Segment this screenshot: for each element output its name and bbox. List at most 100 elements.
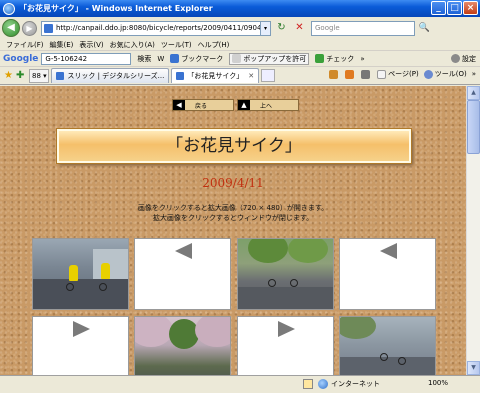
bookmark-icon <box>170 54 180 63</box>
page-menu-label: ページ(P) <box>388 70 419 78</box>
menu-help[interactable]: ヘルプ(H) <box>198 40 230 50</box>
url-history-dropdown[interactable]: ▾ <box>261 20 271 36</box>
back-arrow-icon: ◀ <box>173 100 185 110</box>
google-search-button[interactable]: 検索 <box>137 54 151 64</box>
left-arrow-icon <box>175 243 192 259</box>
right-arrow-icon <box>278 321 295 337</box>
page-date: 2009/4/11 <box>202 176 264 190</box>
photo-thumbnail-2[interactable] <box>237 238 334 310</box>
photo-thumbnail-3[interactable] <box>134 316 231 375</box>
page-title: 「お花見サイク」 <box>57 129 411 163</box>
back-button[interactable]: ◀ <box>2 19 20 37</box>
zoom-level[interactable]: 100% <box>428 379 448 387</box>
zone-label: インターネット <box>331 380 380 388</box>
scroll-up-icon[interactable]: ▲ <box>467 86 480 100</box>
more-chevron-icon[interactable]: » <box>360 55 364 63</box>
status-bar: インターネット 100% <box>0 375 480 393</box>
url-input[interactable]: http://canpail.ddo.jp:8080/bicycle/repor… <box>41 20 261 36</box>
print-button[interactable] <box>361 69 372 79</box>
search-go-icon[interactable]: 🔍 <box>417 21 432 36</box>
quick-tabs-button[interactable]: 88 ▾ <box>29 68 50 83</box>
menu-bar: ファイル(F) 編集(E) 表示(V) お気に入り(A) ツール(T) ヘルプ(… <box>0 39 480 51</box>
tools-menu-label: ツール(O) <box>434 70 467 78</box>
tools-gear-icon <box>423 69 433 79</box>
home-button[interactable] <box>329 69 340 79</box>
photo-thumbnail-1[interactable] <box>32 238 129 310</box>
add-favorite-icon[interactable]: ✚ <box>16 70 24 81</box>
right-arrow-thumbnail[interactable] <box>32 316 129 375</box>
popup-icon <box>232 54 242 63</box>
menu-edit[interactable]: 編集(E) <box>50 40 74 50</box>
up-link-label: 上へ <box>260 102 273 110</box>
tab-favicon-icon <box>176 72 185 80</box>
popup-allow-label: ポップアップを許可 <box>243 54 307 63</box>
check-icon <box>315 54 325 63</box>
right-arrow-thumbnail-2[interactable] <box>237 316 334 375</box>
left-arrow-thumbnail[interactable] <box>134 238 231 310</box>
photo-thumbnail-4[interactable] <box>339 316 436 375</box>
settings-label: 設定 <box>462 54 476 63</box>
google-logo: Google <box>3 53 39 64</box>
printer-icon <box>361 69 371 79</box>
command-bar: ページ(P) ツール(O) » <box>324 69 476 79</box>
window-title: 「お花見サイク」 - Windows Internet Explorer <box>19 4 213 13</box>
refresh-button[interactable]: ↻ <box>274 21 289 36</box>
tab-bar: ★ ✚ 88 ▾ スリック | デジタルシリーズ... 「お花見サイク」 ✕ ペ… <box>0 67 480 85</box>
maximize-button[interactable]: □ <box>447 1 462 15</box>
page-content: ◀ 戻る ▲ 上へ 「お花見サイク」 2009/4/11 画像をクリックすると拡… <box>0 86 466 375</box>
globe-icon <box>318 379 328 389</box>
stop-button[interactable]: ✕ <box>292 21 307 36</box>
popup-allow-button[interactable]: ポップアップを許可 <box>229 52 310 65</box>
instruction-line-1: 画像をクリックすると拡大画像（720 × 480）が開きます。 <box>137 204 329 212</box>
rss-button[interactable] <box>345 69 356 79</box>
search-input[interactable]: Google <box>311 20 415 36</box>
up-link[interactable]: ▲ 上へ <box>237 99 299 111</box>
spellcheck-label: チェック <box>326 54 355 63</box>
vertical-scrollbar[interactable]: ▲ ▼ <box>466 86 480 375</box>
google-search-label: 検索 <box>137 54 152 63</box>
scroll-thumb[interactable] <box>467 100 480 154</box>
scroll-down-icon[interactable]: ▼ <box>467 361 480 375</box>
tab-slick[interactable]: スリック | デジタルシリーズ... <box>51 68 170 83</box>
url-text: http://canpail.ddo.jp:8080/bicycle/repor… <box>56 23 260 32</box>
tab-ohanami[interactable]: 「お花見サイク」 ✕ <box>171 68 260 83</box>
tab-close-icon[interactable]: ✕ <box>248 69 254 83</box>
close-button[interactable]: × <box>463 1 478 15</box>
back-link-label: 戻る <box>195 102 208 110</box>
gear-icon <box>451 54 460 63</box>
address-bar: ◀ ▶ http://canpail.ddo.jp:8080/bicycle/r… <box>0 17 480 39</box>
menu-view[interactable]: 表示(V) <box>79 40 103 50</box>
tools-menu-button[interactable]: ツール(O) <box>423 69 467 79</box>
bookmark-label: ブックマーク <box>181 54 224 63</box>
page-favicon-icon <box>44 23 53 33</box>
google-search-input[interactable]: G-5-106242 <box>41 52 132 65</box>
bookmark-button[interactable]: ブックマーク <box>170 54 223 64</box>
wikipedia-button[interactable]: W <box>157 55 164 63</box>
home-icon <box>329 69 339 79</box>
left-arrow-thumbnail-2[interactable] <box>339 238 436 310</box>
window-titlebar[interactable]: 「お花見サイク」 - Windows Internet Explorer _ □… <box>0 0 480 17</box>
ie-app-icon <box>3 2 15 15</box>
right-arrow-icon <box>73 321 90 337</box>
internet-zone: インターネット <box>318 379 380 389</box>
tab-favicon-icon <box>56 72 65 80</box>
new-tab-button[interactable] <box>261 69 276 82</box>
minimize-button[interactable]: _ <box>431 1 446 15</box>
favorites-star-icon[interactable]: ★ <box>4 70 13 81</box>
forward-button[interactable]: ▶ <box>22 20 37 36</box>
tab-label: 「お花見サイク」 <box>187 72 244 80</box>
tab-label: スリック | デジタルシリーズ... <box>67 72 165 80</box>
menu-file[interactable]: ファイル(F) <box>6 40 44 50</box>
google-toolbar: Google G-5-106242 検索 W ブックマーク ポップアップを許可 … <box>0 51 480 67</box>
rss-icon <box>345 69 355 79</box>
settings-button[interactable]: 設定 <box>451 54 476 64</box>
instruction-line-2: 拡大画像をクリックするとウィンドウが閉じます。 <box>152 214 314 222</box>
left-arrow-icon <box>380 243 397 259</box>
menu-tools[interactable]: ツール(T) <box>161 40 192 50</box>
spellcheck-button[interactable]: チェック <box>315 54 354 64</box>
page-menu-button[interactable]: ページ(P) <box>377 69 419 79</box>
menu-favorites[interactable]: お気に入り(A) <box>110 40 155 50</box>
more-commands-icon[interactable]: » <box>472 70 476 78</box>
back-link[interactable]: ◀ 戻る <box>172 99 234 111</box>
window-controls: _ □ × <box>431 1 478 15</box>
